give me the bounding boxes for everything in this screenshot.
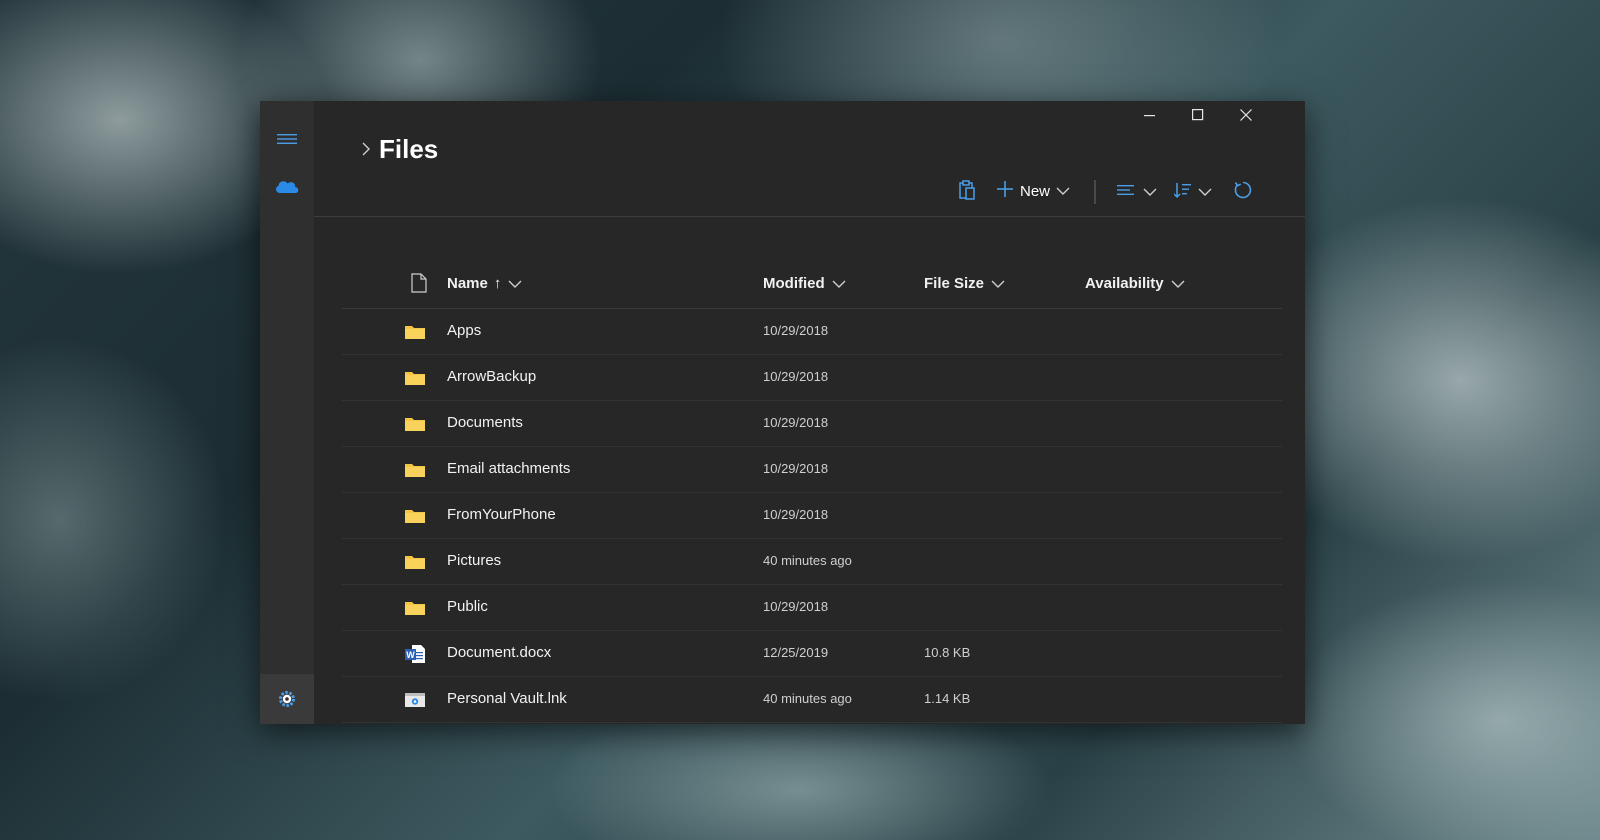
toolbar-divider bbox=[1094, 180, 1096, 204]
refresh-icon bbox=[1233, 180, 1253, 205]
chevron-down-icon bbox=[508, 280, 522, 288]
new-button[interactable]: New bbox=[996, 180, 1070, 203]
table-row[interactable]: Public 10/29/2018 bbox=[342, 585, 1282, 631]
column-name-label: Name bbox=[447, 275, 488, 292]
chevron-down-icon bbox=[1171, 280, 1185, 288]
file-name: FromYourPhone bbox=[447, 506, 556, 523]
paste-icon bbox=[958, 180, 976, 205]
table-row[interactable]: FromYourPhone 10/29/2018 bbox=[342, 493, 1282, 539]
hamburger-menu-icon[interactable] bbox=[277, 131, 297, 147]
table-row[interactable]: Documents 10/29/2018 bbox=[342, 401, 1282, 447]
settings-gear-icon[interactable] bbox=[277, 689, 297, 709]
refresh-button[interactable] bbox=[1233, 180, 1253, 205]
file-modified: 40 minutes ago bbox=[763, 553, 852, 568]
column-modified-label: Modified bbox=[763, 275, 825, 292]
column-header-availability[interactable]: Availability bbox=[1085, 275, 1185, 292]
file-name: Pictures bbox=[447, 552, 502, 569]
folder-icon bbox=[404, 368, 426, 388]
minimize-button[interactable] bbox=[1126, 109, 1174, 131]
page-title: Files bbox=[379, 134, 439, 164]
onedrive-window: Files New Name ↑ Modified File Size Avai… bbox=[260, 101, 1305, 724]
sidebar bbox=[260, 101, 314, 724]
column-header-name[interactable]: Name ↑ bbox=[447, 275, 522, 292]
file-name: Apps bbox=[447, 322, 482, 339]
table-row[interactable]: Apps 10/29/2018 bbox=[342, 309, 1282, 355]
file-modified: 10/29/2018 bbox=[763, 369, 829, 384]
chevron-down-icon bbox=[1056, 183, 1070, 201]
plus-icon bbox=[996, 180, 1014, 203]
folder-icon bbox=[404, 598, 426, 618]
table-row[interactable]: W Document.docx 12/25/2019 10.8 KB bbox=[342, 631, 1282, 677]
shortcut-link-icon bbox=[404, 690, 426, 710]
chevron-down-icon bbox=[1198, 184, 1212, 202]
view-options-icon bbox=[1117, 182, 1135, 203]
file-modified: 10/29/2018 bbox=[763, 461, 829, 476]
file-modified: 10/29/2018 bbox=[763, 415, 829, 430]
folder-icon bbox=[404, 552, 426, 572]
close-button[interactable] bbox=[1222, 109, 1270, 131]
column-header-size[interactable]: File Size bbox=[924, 275, 1005, 292]
file-modified: 10/29/2018 bbox=[763, 599, 829, 614]
table-row[interactable]: Pictures 40 minutes ago bbox=[342, 539, 1282, 585]
column-size-label: File Size bbox=[924, 275, 985, 292]
chevron-down-icon bbox=[832, 280, 846, 288]
sort-icon bbox=[1173, 181, 1192, 204]
maximize-button[interactable] bbox=[1174, 109, 1222, 131]
file-name: Personal Vault.lnk bbox=[447, 690, 567, 707]
breadcrumb-chevron-icon[interactable] bbox=[360, 141, 372, 157]
sort-button[interactable] bbox=[1173, 181, 1212, 204]
folder-icon bbox=[404, 506, 426, 526]
file-modified: 10/29/2018 bbox=[763, 507, 829, 522]
chevron-down-icon bbox=[1143, 184, 1157, 202]
new-button-label: New bbox=[1020, 183, 1051, 200]
paste-button[interactable] bbox=[958, 180, 976, 205]
chevron-down-icon bbox=[991, 280, 1005, 288]
settings-area bbox=[260, 674, 314, 724]
file-name: Documents bbox=[447, 414, 523, 431]
column-header-modified[interactable]: Modified bbox=[763, 275, 846, 292]
table-row[interactable]: Personal Vault.lnk 40 minutes ago 1.14 K… bbox=[342, 677, 1282, 723]
file-type-column-icon[interactable] bbox=[404, 273, 427, 293]
view-options-button[interactable] bbox=[1117, 182, 1157, 203]
file-name: ArrowBackup bbox=[447, 368, 537, 385]
column-availability-label: Availability bbox=[1085, 275, 1164, 292]
folder-icon bbox=[404, 414, 426, 434]
folder-icon bbox=[404, 322, 426, 342]
svg-text:W: W bbox=[406, 650, 415, 660]
folder-icon bbox=[404, 460, 426, 480]
file-size: 10.8 KB bbox=[924, 645, 971, 660]
table-row[interactable]: ArrowBackup 10/29/2018 bbox=[342, 355, 1282, 401]
table-row[interactable]: Email attachments 10/29/2018 bbox=[342, 447, 1282, 493]
file-size: 1.14 KB bbox=[924, 691, 971, 706]
onedrive-cloud-icon[interactable] bbox=[273, 176, 301, 196]
file-name: Email attachments bbox=[447, 460, 571, 477]
file-modified: 10/29/2018 bbox=[763, 323, 829, 338]
file-name: Document.docx bbox=[447, 644, 552, 661]
file-modified: 12/25/2019 bbox=[763, 645, 829, 660]
sort-ascending-icon: ↑ bbox=[493, 275, 502, 292]
file-name: Public bbox=[447, 598, 488, 615]
header-divider bbox=[314, 216, 1305, 217]
word-document-icon: W bbox=[404, 644, 426, 664]
file-modified: 40 minutes ago bbox=[763, 691, 852, 706]
file-list-header: Name ↑ Modified File Size Availability bbox=[342, 263, 1282, 309]
